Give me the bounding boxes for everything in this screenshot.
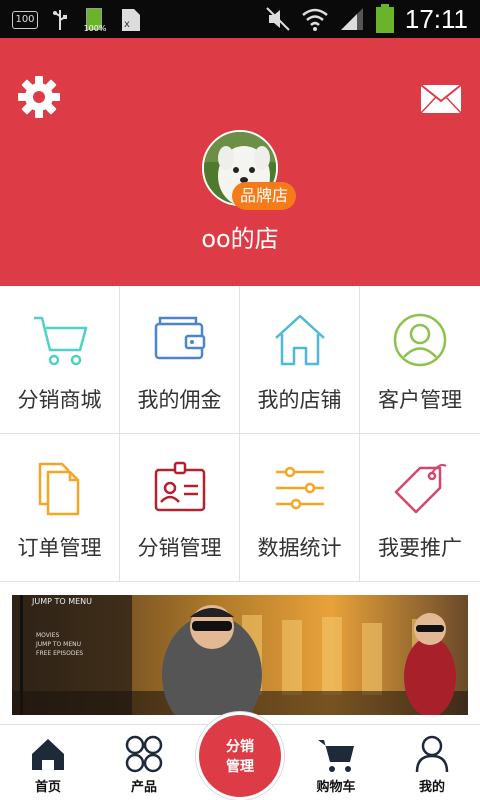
tab-home[interactable]: 首页: [0, 726, 96, 800]
promo-banner[interactable]: JUMP TO MENU MOVIES JUMP TO MENU FREE EP…: [12, 595, 468, 715]
signal-icon: [340, 8, 363, 30]
battery-small-icon: 100%: [82, 6, 106, 34]
grid-item-label: 我的佣金: [137, 388, 222, 412]
id-card-icon: [154, 461, 206, 512]
tab-products[interactable]: 产品: [96, 726, 192, 800]
tab-label: 购物车: [316, 780, 356, 795]
center-button-line1: 分销: [226, 739, 254, 755]
tab-label: 我的: [418, 780, 445, 795]
shop-name: oo的店: [201, 225, 279, 253]
battery-icon: [375, 4, 394, 33]
tab-mine[interactable]: 我的: [384, 726, 480, 800]
status-bar: 100 100% x 17:11: [0, 0, 480, 38]
grid-item-my-commission[interactable]: 我的佣金: [120, 286, 240, 434]
grid-item-label: 客户管理: [378, 388, 462, 412]
svg-text:x: x: [124, 19, 130, 30]
sliders-icon: [276, 466, 324, 510]
grid-item-label: 订单管理: [17, 536, 102, 560]
function-grid: 分销商城 我的佣金 我的店铺 客户管理 订单管理 分销管理 数据统计 我要推广: [0, 286, 480, 582]
grid-item-label: 数据统计: [257, 536, 342, 560]
grid-item-promote[interactable]: 我要推广: [360, 434, 480, 582]
document-icon: x: [122, 9, 140, 31]
grid-item-distribution-mall[interactable]: 分销商城: [0, 286, 120, 434]
tab-cart[interactable]: 购物车: [288, 726, 384, 800]
grid-item-distribution-management[interactable]: 分销管理: [120, 434, 240, 582]
cart-icon: [34, 316, 88, 366]
cart-icon: [318, 740, 354, 772]
grid-item-label: 分销商城: [17, 388, 102, 412]
brand-store-badge: 品牌店: [232, 182, 296, 210]
wallet-icon: [154, 316, 206, 360]
banner-menu-item: MOVIES: [36, 632, 60, 639]
section-divider: [0, 582, 480, 594]
grid-item-data-statistics[interactable]: 数据统计: [240, 434, 360, 582]
home-icon: [275, 314, 325, 366]
grid-circles-icon: [125, 735, 163, 773]
grid-item-label: 我的店铺: [257, 388, 342, 412]
user-circle-icon: [393, 313, 447, 367]
usb-icon: [53, 10, 67, 30]
tag-icon: [394, 463, 447, 514]
center-button-line2: 管理: [226, 759, 254, 775]
grid-item-order-management[interactable]: 订单管理: [0, 434, 120, 582]
banner-menu-title: JUMP TO MENU: [32, 597, 93, 606]
grid-item-customer-management[interactable]: 客户管理: [360, 286, 480, 434]
grid-item-my-store[interactable]: 我的店铺: [240, 286, 360, 434]
wifi-icon: [302, 8, 328, 31]
storage-icon: 100: [12, 11, 38, 29]
documents-icon: [38, 462, 80, 516]
tab-label: 产品: [130, 780, 157, 795]
grid-item-label: 分销管理: [137, 536, 222, 560]
banner-menu-item: FREE EPISODES: [36, 650, 84, 657]
grid-item-label: 我要推广: [378, 536, 462, 560]
banner-menu-item: JUMP TO MENU: [36, 641, 82, 648]
mute-icon: [266, 7, 290, 31]
clock: 17:11: [404, 4, 468, 34]
center-distribution-management-button[interactable]: 分销 管理: [196, 712, 284, 800]
settings-gear-icon[interactable]: [16, 74, 62, 120]
mail-icon[interactable]: [420, 84, 462, 114]
user-icon: [415, 735, 449, 773]
tab-label: 首页: [34, 780, 61, 795]
home-icon: [32, 739, 64, 770]
